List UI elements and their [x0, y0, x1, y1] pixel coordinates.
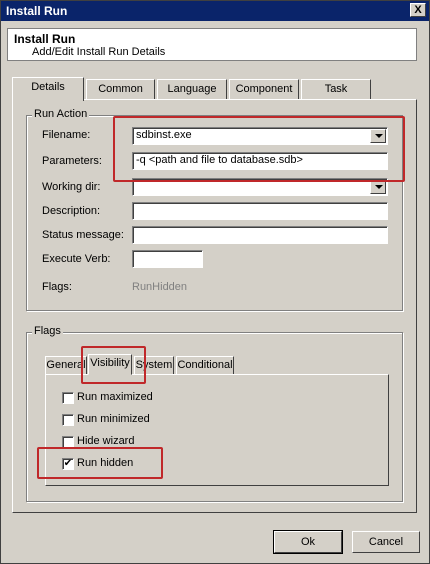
header-title: Install Run — [14, 32, 76, 46]
title-bar: Install Run X — [1, 1, 429, 21]
install-run-dialog: Install Run X Install Run Add/Edit Insta… — [0, 0, 430, 564]
cancel-button[interactable]: Cancel — [352, 531, 420, 553]
header-subtitle: Add/Edit Install Run Details — [32, 46, 166, 58]
tab-common[interactable]: Common — [86, 79, 155, 100]
highlight-box-run-hidden — [37, 447, 163, 479]
tab-component[interactable]: Component — [229, 79, 299, 100]
run-minimized-label: Run minimized — [77, 413, 150, 425]
close-icon[interactable]: X — [410, 3, 426, 17]
highlight-box-visibility-tab — [81, 346, 146, 384]
run-maximized-checkbox[interactable] — [62, 392, 74, 404]
run-maximized-label: Run maximized — [77, 391, 153, 403]
highlight-box-filename-parameters — [113, 116, 405, 182]
tab-language[interactable]: Language — [157, 79, 227, 100]
ok-button[interactable]: Ok — [273, 530, 343, 554]
tab-details[interactable]: Details — [12, 77, 84, 101]
tab-task[interactable]: Task — [301, 79, 371, 100]
dialog-header: Install Run Add/Edit Install Run Details — [7, 28, 417, 61]
window-title: Install Run — [6, 4, 68, 18]
run-minimized-checkbox[interactable] — [62, 414, 74, 426]
hide-wizard-label: Hide wizard — [77, 435, 135, 447]
